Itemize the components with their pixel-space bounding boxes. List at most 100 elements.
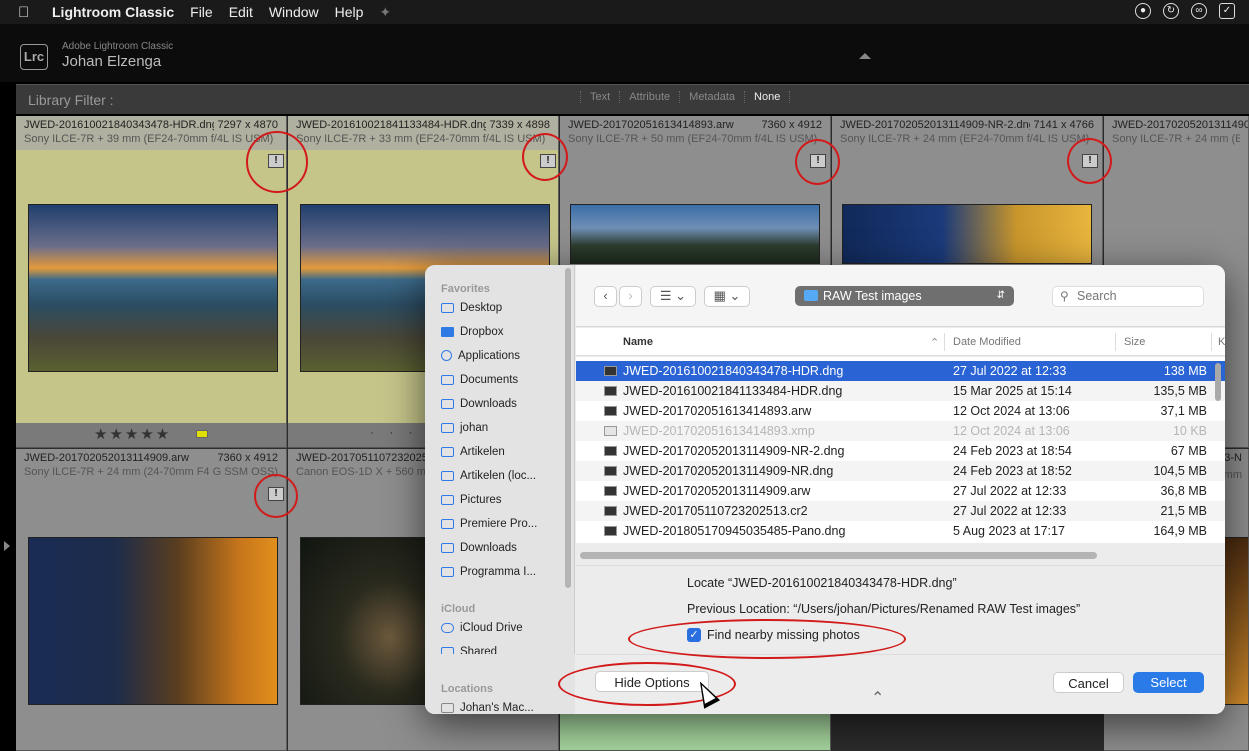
grid-view-button[interactable]: ▦ ⌄ bbox=[704, 286, 750, 307]
cell-camera: Sony ILCE-7R + 24 mm (EF24 bbox=[1112, 133, 1240, 145]
sidebar-item-icloud-drive[interactable]: iCloud Drive bbox=[441, 618, 523, 638]
cell-filename: JWED-20170205201311490​9-N bbox=[1112, 119, 1249, 131]
status-person-icon[interactable]: ● bbox=[1135, 3, 1151, 19]
column-name[interactable]: Name bbox=[623, 336, 653, 348]
annotation-circle bbox=[795, 139, 840, 185]
filter-text[interactable]: Text bbox=[580, 91, 619, 103]
apple-icon[interactable]:  bbox=[18, 4, 38, 21]
cell-filename: JWED-20161002184113348​4-HDR.dng bbox=[296, 119, 486, 131]
grid-cell[interactable]: JWED-20170205201311490​9.arw 7360 x 4912 S… bbox=[16, 449, 287, 751]
folder-icon bbox=[441, 446, 454, 457]
sidebar-scrollbar[interactable] bbox=[565, 268, 571, 588]
sidebar-item-artikelen-local[interactable]: Artikelen (loc... bbox=[441, 466, 536, 486]
cloud-icon bbox=[441, 622, 454, 633]
chevron-up-icon[interactable]: ⌃ bbox=[871, 688, 884, 708]
sidebar-item-artikelen[interactable]: Artikelen bbox=[441, 442, 505, 462]
file-icon bbox=[604, 446, 617, 456]
menu-file[interactable]: File bbox=[190, 4, 213, 20]
search-field[interactable]: ⚲ bbox=[1052, 286, 1204, 307]
sidebar-item-applications[interactable]: Applications bbox=[441, 346, 520, 366]
column-kind[interactable]: K bbox=[1218, 336, 1225, 348]
sidebar-item-johan[interactable]: johan bbox=[441, 418, 488, 438]
app-name: Adobe Lightroom Classic bbox=[62, 41, 174, 52]
back-button[interactable]: ‹ bbox=[594, 286, 617, 307]
sidebar-item-documents[interactable]: Documents bbox=[441, 370, 518, 390]
sidebar-item-downloads-2[interactable]: Downloads bbox=[441, 538, 517, 558]
cell-camera: Sony ILCE-7R + 24 mm (EF24-70mm f/4L IS … bbox=[840, 133, 1090, 145]
menu-help[interactable]: Help bbox=[335, 4, 364, 20]
sidebar-item-premiere[interactable]: Premiere Pro... bbox=[441, 514, 537, 534]
column-size[interactable]: Size bbox=[1124, 336, 1145, 348]
sidebar-item-downloads[interactable]: Downloads bbox=[441, 394, 517, 414]
file-icon bbox=[604, 406, 617, 416]
file-row[interactable]: JWED-20170205201311490​9-NR.dng 24 Feb 20… bbox=[576, 461, 1225, 481]
applications-icon bbox=[441, 350, 452, 362]
filter-none[interactable]: None bbox=[744, 91, 791, 103]
filter-attribute[interactable]: Attribute bbox=[619, 91, 679, 103]
lrc-logo: Lrc bbox=[20, 44, 48, 70]
updown-chevron-icon: ⇵ bbox=[996, 290, 1005, 301]
search-icon: ⚲ bbox=[1060, 289, 1069, 303]
star-rating[interactable]: ★★★★★ bbox=[94, 425, 171, 443]
folder-icon bbox=[804, 290, 818, 301]
folder-icon bbox=[441, 494, 454, 505]
menu-app[interactable]: Lightroom Classic bbox=[52, 4, 174, 20]
annotation-circle bbox=[522, 133, 568, 181]
file-icon bbox=[604, 506, 617, 516]
thumbnail[interactable] bbox=[842, 204, 1092, 264]
thumbnail[interactable] bbox=[28, 204, 278, 372]
script-icon[interactable]: ✦ bbox=[379, 4, 391, 21]
status-cc-icon[interactable]: ∞ bbox=[1191, 3, 1207, 19]
file-row[interactable]: JWED-20161002184034347​8-HDR.dng 27 Jul 2… bbox=[576, 361, 1225, 381]
thumbnail[interactable] bbox=[1222, 537, 1248, 705]
filter-metadata[interactable]: Metadata bbox=[679, 91, 744, 103]
file-row[interactable]: JWED-20161002184113348​4-HDR.dng 15 Mar 2… bbox=[576, 381, 1225, 401]
forward-button[interactable]: › bbox=[619, 286, 642, 307]
identity-plate: Lrc Adobe Lightroom Classic Johan Elzeng… bbox=[0, 24, 1249, 82]
file-row[interactable]: JWED-20170205161341489​3.arw 12 Oct 2024 … bbox=[576, 401, 1225, 421]
file-row[interactable]: JWED-20170205201311490​9.arw 27 Jul 2022 … bbox=[576, 481, 1225, 501]
locate-text: Locate “JWED-20161002184034347​8-HDR.dng… bbox=[687, 576, 957, 590]
file-row[interactable]: JWED-20180517094503548​5-Pano.dng 5 Aug 2… bbox=[576, 521, 1225, 541]
menu-edit[interactable]: Edit bbox=[229, 4, 253, 20]
sidebar-header-icloud: iCloud bbox=[441, 603, 476, 615]
folder-icon bbox=[441, 542, 454, 553]
sidebar-item-programma[interactable]: Programma I... bbox=[441, 562, 536, 582]
thumbnail[interactable] bbox=[570, 204, 820, 264]
annotation-circle bbox=[246, 131, 308, 193]
menubar:  Lightroom Classic File Edit Window Hel… bbox=[0, 0, 1249, 24]
finder-sidebar: Favorites Desktop Dropbox Applications D… bbox=[425, 265, 575, 714]
expand-left-panel-icon[interactable] bbox=[4, 541, 10, 551]
collapse-top-panel-icon[interactable] bbox=[859, 53, 871, 59]
status-sync-icon[interactable]: ↻ bbox=[1163, 3, 1179, 19]
previous-location: Previous Location: “/Users/johan/Picture… bbox=[687, 602, 1081, 616]
file-row[interactable]: JWED-20170205201311490​9-NR-2.dng 24 Feb … bbox=[576, 441, 1225, 461]
thumbnail[interactable] bbox=[28, 537, 278, 705]
sidebar-item-pictures[interactable]: Pictures bbox=[441, 490, 502, 510]
list-view-button[interactable]: ☰ ⌄ bbox=[650, 286, 696, 307]
sidebar-item-desktop[interactable]: Desktop bbox=[441, 298, 502, 318]
folder-path-popup[interactable]: RAW Test images ⇵ bbox=[795, 286, 1014, 306]
select-button[interactable]: Select bbox=[1133, 672, 1204, 693]
cancel-button[interactable]: Cancel bbox=[1053, 672, 1124, 693]
file-icon bbox=[604, 366, 617, 376]
search-input[interactable] bbox=[1077, 289, 1197, 303]
menu-window[interactable]: Window bbox=[269, 4, 319, 20]
column-date[interactable]: Date Modified bbox=[953, 336, 1021, 348]
sidebar-item-mac[interactable]: Johan's Mac... bbox=[441, 698, 534, 714]
status-check-icon[interactable]: ✓ bbox=[1219, 3, 1235, 19]
file-list-scrollbar[interactable] bbox=[1215, 363, 1221, 401]
file-list-hscrollbar[interactable] bbox=[580, 552, 1097, 559]
sort-chevron-icon: ⌃ bbox=[930, 337, 940, 349]
color-label-yellow[interactable] bbox=[196, 430, 208, 438]
thumbnail[interactable] bbox=[300, 537, 430, 705]
cell-dims: 7360 x 4912 bbox=[761, 119, 822, 131]
home-icon bbox=[441, 422, 454, 433]
cell-dims: 7339 x 4898 bbox=[489, 119, 550, 131]
file-row[interactable]: JWED-201705110723202513.cr2 27 Jul 2022 a… bbox=[576, 501, 1225, 521]
sidebar-item-dropbox[interactable]: Dropbox bbox=[441, 322, 503, 342]
cell-camera: Sony ILCE-7R + 39 mm (EF24-70mm f/4L IS … bbox=[24, 133, 274, 145]
file-row[interactable]: JWED-20170205161341489​3.xmp 12 Oct 2024 … bbox=[576, 421, 1225, 441]
document-icon bbox=[441, 374, 454, 385]
cell-camera: mm bbox=[1223, 469, 1242, 481]
